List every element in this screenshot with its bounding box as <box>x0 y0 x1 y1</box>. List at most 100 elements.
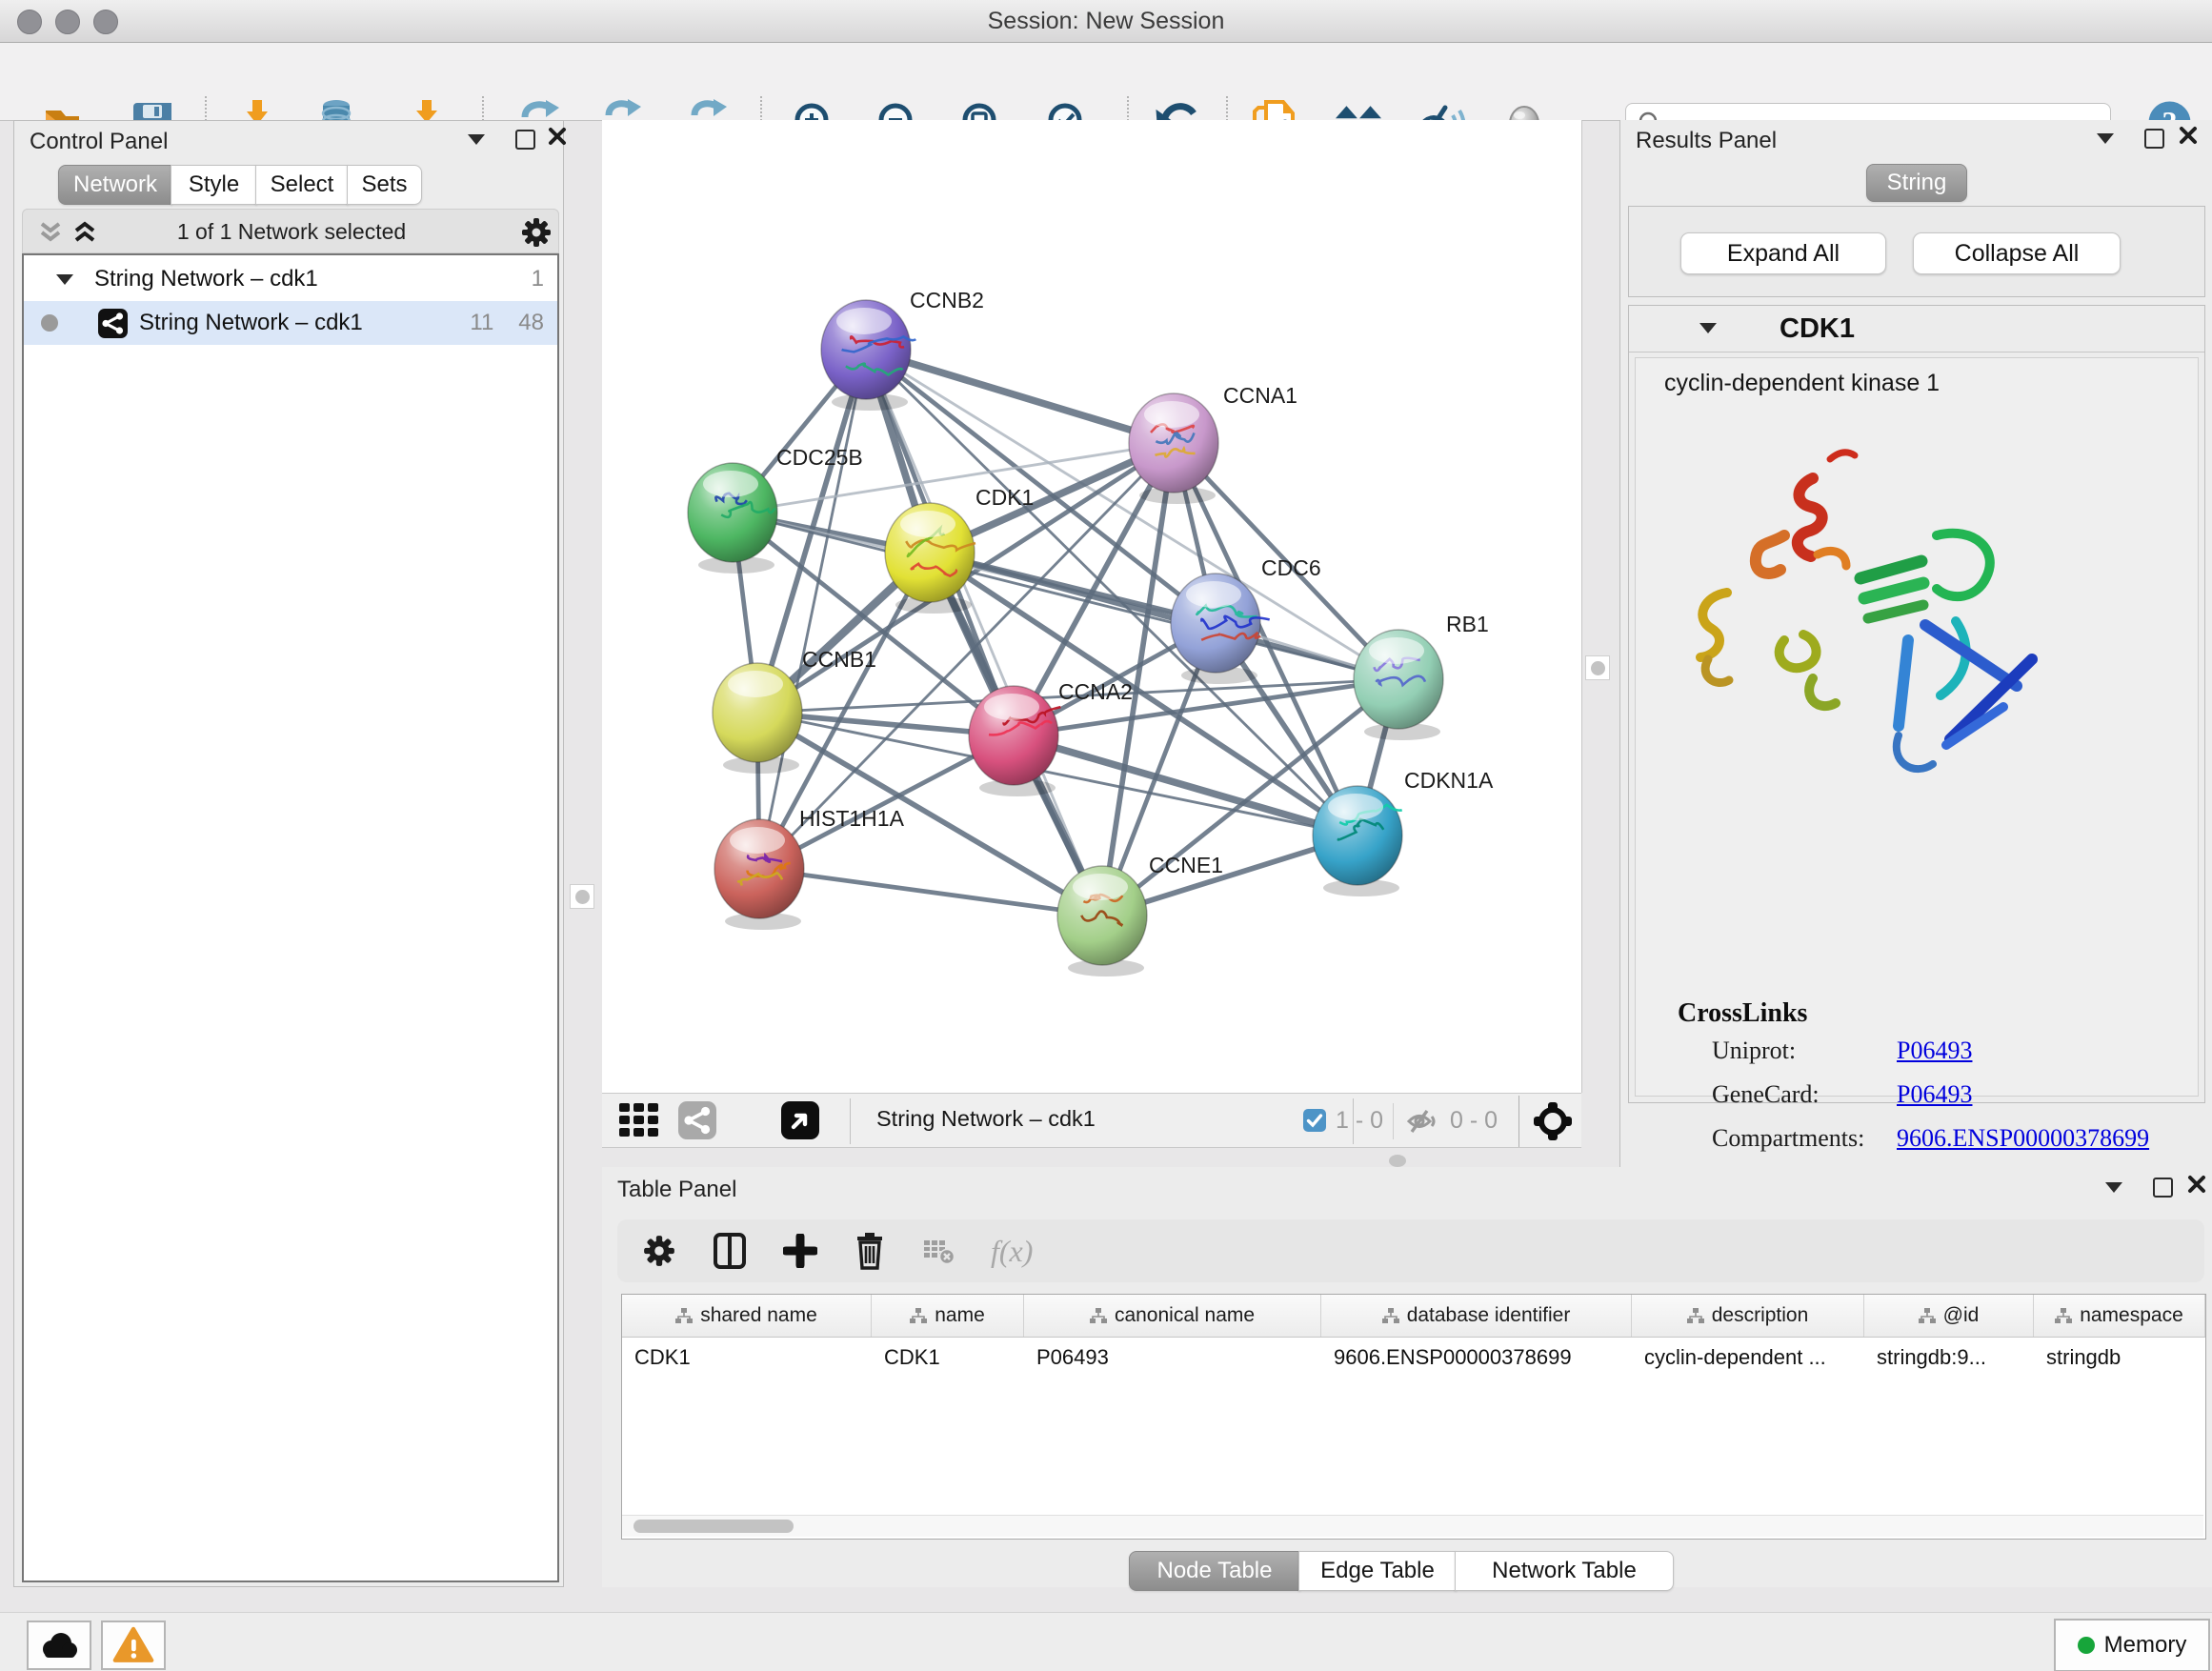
network-edge[interactable] <box>930 553 1398 679</box>
warning-button[interactable] <box>101 1621 166 1670</box>
column-header-label: @id <box>1943 1304 1980 1327</box>
scrollbar-thumb[interactable] <box>633 1520 794 1533</box>
network-node-CDKN1A[interactable]: CDKN1A <box>1313 768 1494 896</box>
table-row[interactable]: CDK1CDK1P064939606.ENSP00000378699cyclin… <box>622 1338 2205 1378</box>
attribute-tree-icon <box>1382 1308 1399 1324</box>
network-node-CCNB1[interactable]: CCNB1 <box>713 647 876 774</box>
add-column-icon[interactable] <box>783 1234 817 1268</box>
table-panel-title: Table Panel <box>617 1177 736 1203</box>
tab-node-table[interactable]: Node Table <box>1129 1551 1300 1591</box>
table-horizontal-scrollbar[interactable] <box>622 1515 2203 1537</box>
control-panel-float-icon[interactable] <box>468 134 485 145</box>
table-panel-close-icon[interactable] <box>2187 1175 2206 1194</box>
crosslink-value[interactable]: P06493 <box>1897 1037 1972 1065</box>
hidden-eye-icon <box>1406 1107 1440 1136</box>
window-title: Session: New Session <box>0 8 2212 35</box>
attribute-tree-icon <box>2055 1308 2072 1324</box>
network-node-count: 11 <box>470 310 493 336</box>
network-node-RB1[interactable]: RB1 <box>1354 612 1489 740</box>
show-columns-icon[interactable] <box>713 1232 747 1270</box>
network-node-HIST1H1A[interactable]: HIST1H1A <box>714 806 905 930</box>
network-node-CCNB2[interactable]: CCNB2 <box>821 288 984 411</box>
table-cell[interactable]: CDK1 <box>872 1338 1024 1378</box>
table-panel-float-icon[interactable] <box>2105 1182 2122 1193</box>
crosslink-label: Uniprot: <box>1712 1037 1796 1065</box>
tab-edge-table[interactable]: Edge Table <box>1298 1551 1457 1591</box>
tab-network[interactable]: Network <box>58 165 172 205</box>
bottom-splitter-handle[interactable] <box>1389 1155 1406 1167</box>
collection-count: 1 <box>532 266 544 292</box>
column-header-2[interactable]: canonical name <box>1024 1295 1321 1337</box>
network-canvas[interactable]: CCNB2CCNA1CDC25BCDK1CDC6RB1CCNB1CCNA2CDK… <box>602 120 1582 1093</box>
selected-checkbox-icon[interactable] <box>1303 1109 1326 1132</box>
gene-section-header[interactable]: CDK1 <box>1629 306 2204 352</box>
table-cell[interactable]: stringdb:9... <box>1864 1338 2034 1378</box>
column-header-3[interactable]: database identifier <box>1321 1295 1632 1337</box>
results-panel-undock-icon[interactable] <box>2144 129 2164 149</box>
warning-icon <box>112 1626 154 1664</box>
column-header-4[interactable]: description <box>1632 1295 1864 1337</box>
protein-structure-image <box>1670 421 2070 793</box>
table-cell[interactable]: cyclin-dependent ... <box>1632 1338 1864 1378</box>
table-panel-undock-icon[interactable] <box>2153 1178 2173 1198</box>
node-label: CDK1 <box>975 485 1034 510</box>
table-settings-gear-icon[interactable] <box>642 1234 676 1268</box>
network-edge-count: 48 <box>518 310 544 336</box>
column-header-label: namespace <box>2080 1304 2183 1327</box>
right-splitter-handle[interactable] <box>1585 655 1610 680</box>
tab-style[interactable]: Style <box>171 165 257 205</box>
grid-view-icon[interactable] <box>619 1103 662 1137</box>
tab-network-table[interactable]: Network Table <box>1455 1551 1674 1591</box>
network-graph[interactable]: CCNB2CCNA1CDC25BCDK1CDC6RB1CCNB1CCNA2CDK… <box>602 120 1581 1093</box>
delete-column-trash-icon[interactable] <box>854 1232 886 1270</box>
control-panel-close-icon[interactable] <box>548 127 567 146</box>
collection-expand-icon[interactable] <box>56 274 73 285</box>
tab-select-label: Select <box>271 171 334 198</box>
control-panel-undock-icon[interactable] <box>515 130 535 150</box>
results-panel-float-icon[interactable] <box>2097 133 2114 144</box>
crosslink-value[interactable]: P06493 <box>1897 1080 1972 1109</box>
control-panel: Control Panel Network Style Select Sets … <box>13 120 564 1587</box>
table-cell[interactable]: stringdb <box>2034 1338 2205 1378</box>
left-splitter-handle[interactable] <box>570 884 594 909</box>
cloud-icon <box>39 1631 79 1660</box>
network-options-gear-icon[interactable] <box>520 216 553 249</box>
network-node-CDC25B[interactable]: CDC25B <box>688 445 863 574</box>
network-tree: String Network – cdk1 1 String Network –… <box>22 253 559 1582</box>
gene-collapse-icon[interactable] <box>1699 323 1717 333</box>
fit-content-crosshair-icon[interactable] <box>1534 1102 1572 1140</box>
column-header-label: canonical name <box>1115 1304 1255 1327</box>
expand-collapse-box: Expand All Collapse All <box>1628 206 2205 297</box>
column-header-6[interactable]: namespace <box>2034 1295 2205 1337</box>
tab-sets[interactable]: Sets <box>347 165 422 205</box>
tab-string[interactable]: String <box>1866 164 1967 202</box>
column-header-1[interactable]: name <box>872 1295 1024 1337</box>
network-row-selected[interactable]: String Network – cdk1 11 48 <box>24 301 557 345</box>
results-panel-close-icon[interactable] <box>2179 126 2198 145</box>
table-cell[interactable]: CDK1 <box>622 1338 872 1378</box>
table-cell[interactable]: 9606.ENSP00000378699 <box>1321 1338 1632 1378</box>
collapse-all-button[interactable]: Collapse All <box>1913 232 2121 274</box>
tab-select[interactable]: Select <box>255 165 349 205</box>
crosslink-value[interactable]: 9606.ENSP00000378699 <box>1897 1124 2149 1153</box>
node-label: CCNA2 <box>1058 679 1133 704</box>
network-collection-row[interactable]: String Network – cdk1 1 <box>24 257 557 301</box>
column-header-5[interactable]: @id <box>1864 1295 2034 1337</box>
toolbar-separator <box>1393 1103 1394 1139</box>
expand-all-button[interactable]: Expand All <box>1680 232 1886 274</box>
network-node-CCNE1[interactable]: CCNE1 <box>1057 853 1223 976</box>
cloud-button[interactable] <box>27 1621 91 1670</box>
title-bar: Session: New Session <box>0 0 2212 43</box>
attribute-tree-icon <box>675 1308 693 1324</box>
column-header-0[interactable]: shared name <box>622 1295 872 1337</box>
network-edge[interactable] <box>759 350 866 869</box>
memory-button[interactable]: Memory <box>2054 1619 2210 1671</box>
network-edge[interactable] <box>759 869 1102 916</box>
memory-label: Memory <box>2104 1632 2187 1659</box>
network-share-view-icon[interactable] <box>678 1101 716 1139</box>
application-window: Session: New Session <box>0 0 2212 1671</box>
birdseye-view-icon[interactable] <box>781 1101 819 1139</box>
table-cell[interactable]: P06493 <box>1024 1338 1321 1378</box>
column-header-label: database identifier <box>1407 1304 1571 1327</box>
node-label: CCNB2 <box>910 288 984 312</box>
